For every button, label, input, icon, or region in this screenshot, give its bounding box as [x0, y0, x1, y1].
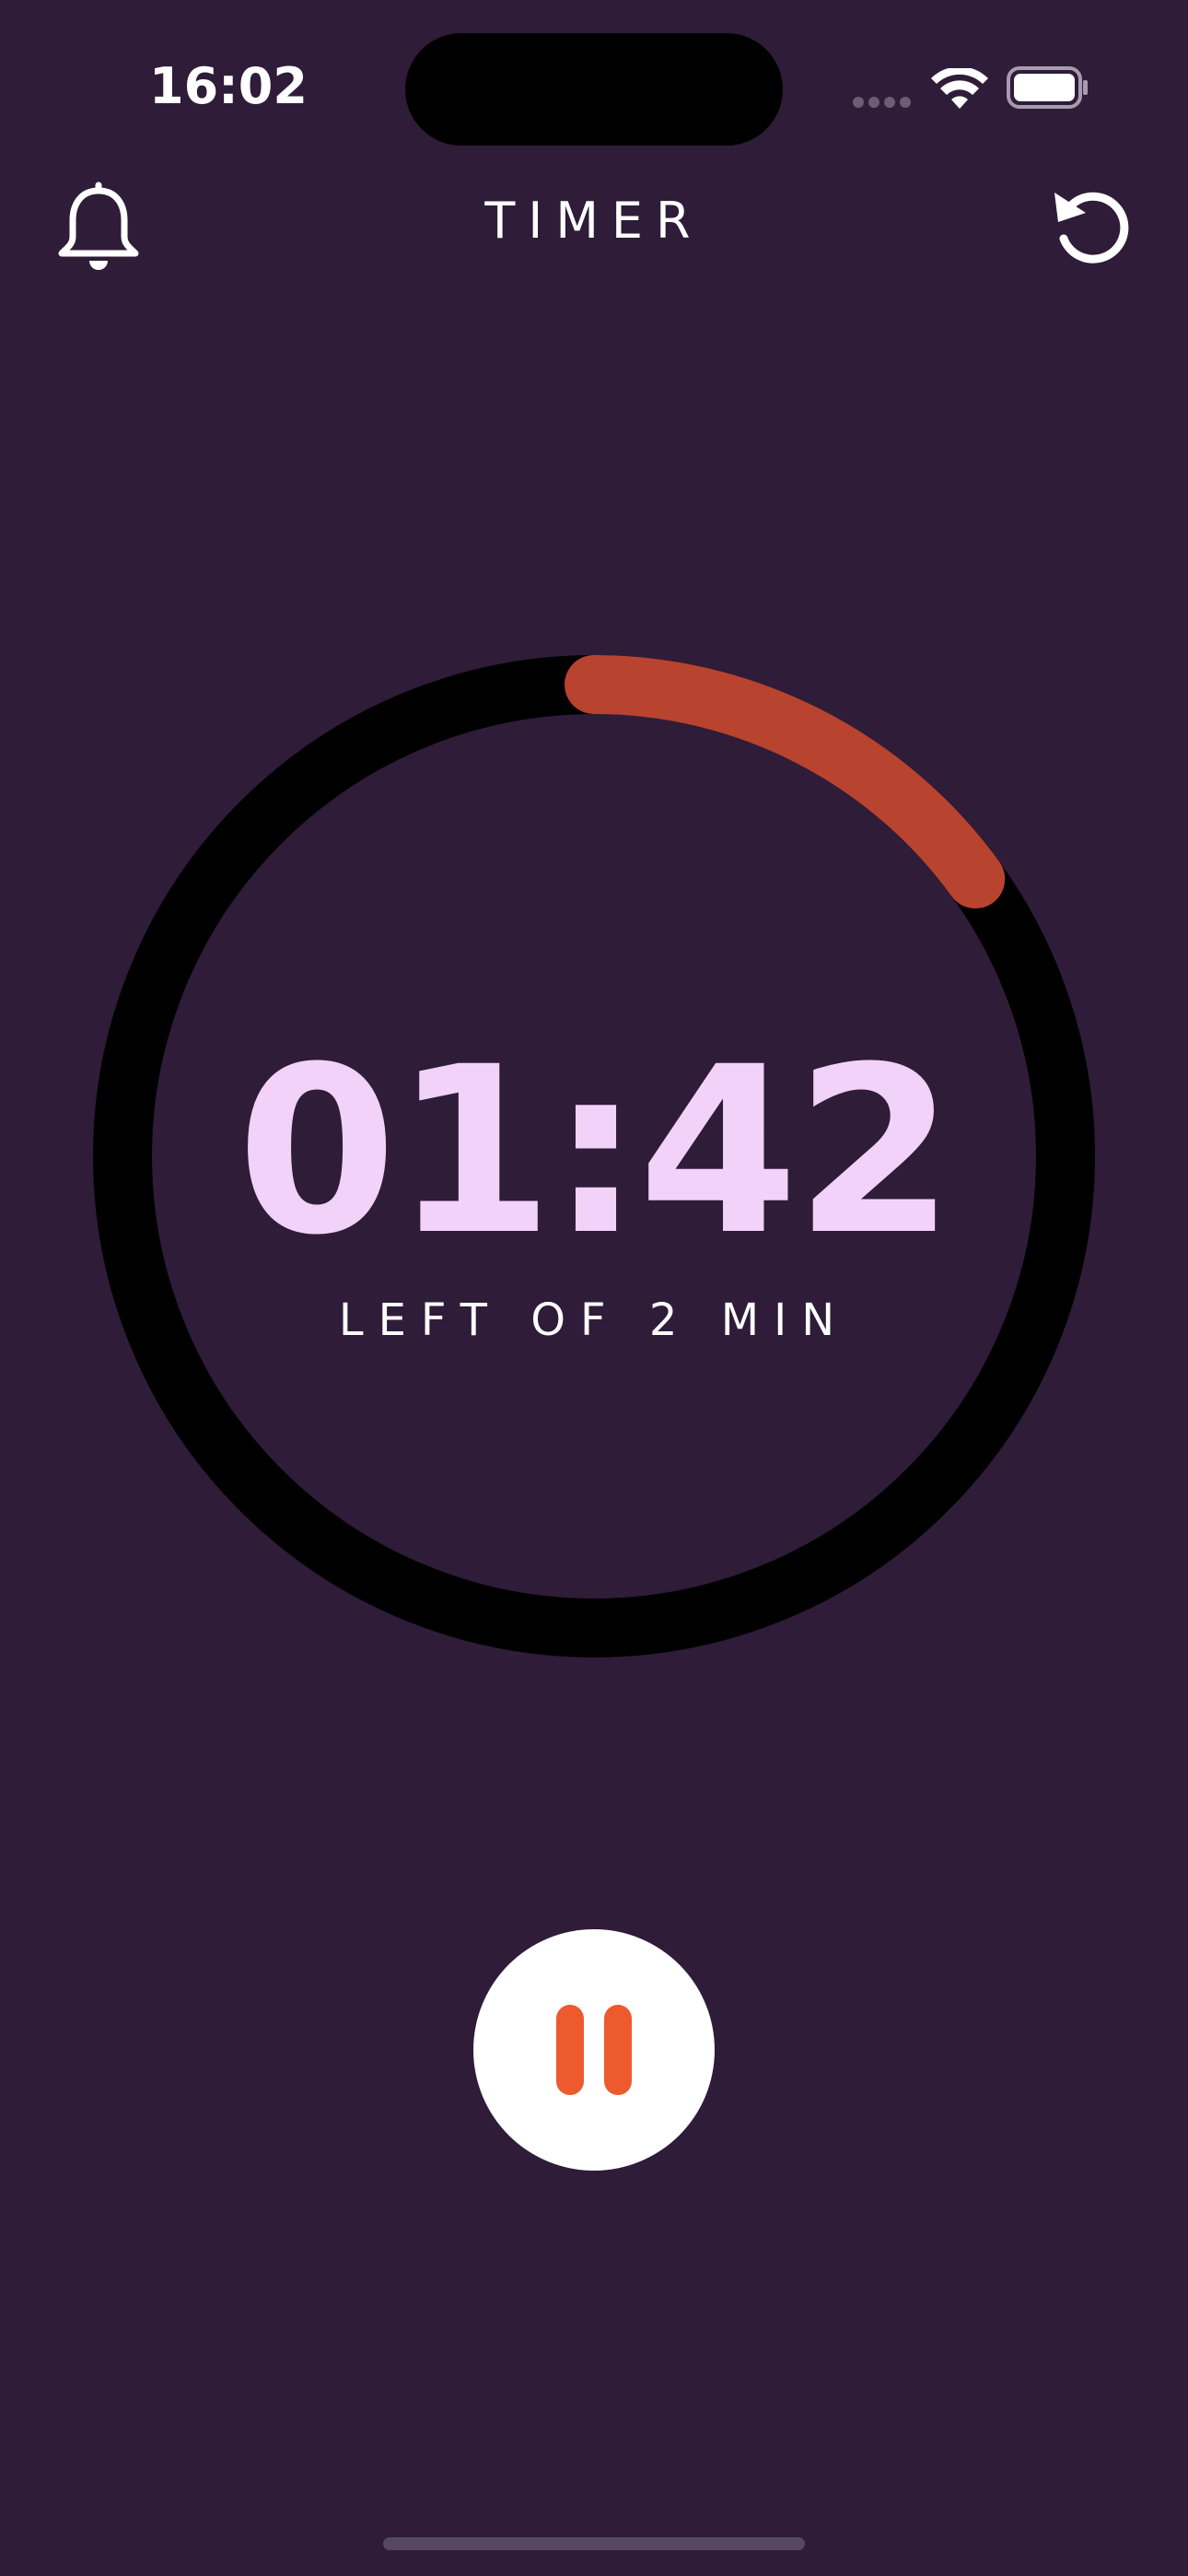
time-remaining: 01:42 — [237, 1017, 955, 1285]
time-caption: LEFT OF 2 MIN — [338, 1294, 850, 1346]
wifi-icon — [931, 68, 988, 109]
reset-button[interactable] — [1039, 175, 1140, 276]
pause-button[interactable] — [473, 1929, 715, 2171]
dynamic-island — [405, 33, 783, 146]
header: TIMER — [0, 175, 1188, 286]
pause-icon — [604, 2005, 632, 2095]
status-time: 16:02 — [149, 57, 308, 115]
battery-icon — [1007, 66, 1088, 109]
home-indicator — [383, 2537, 805, 2550]
status-bar: 16:02 — [0, 0, 1188, 175]
signal-icon — [853, 97, 911, 108]
page-title: TIMER — [484, 192, 704, 250]
pause-icon — [556, 2005, 584, 2095]
reset-icon — [1054, 192, 1129, 263]
ring-progress — [565, 655, 1006, 909]
